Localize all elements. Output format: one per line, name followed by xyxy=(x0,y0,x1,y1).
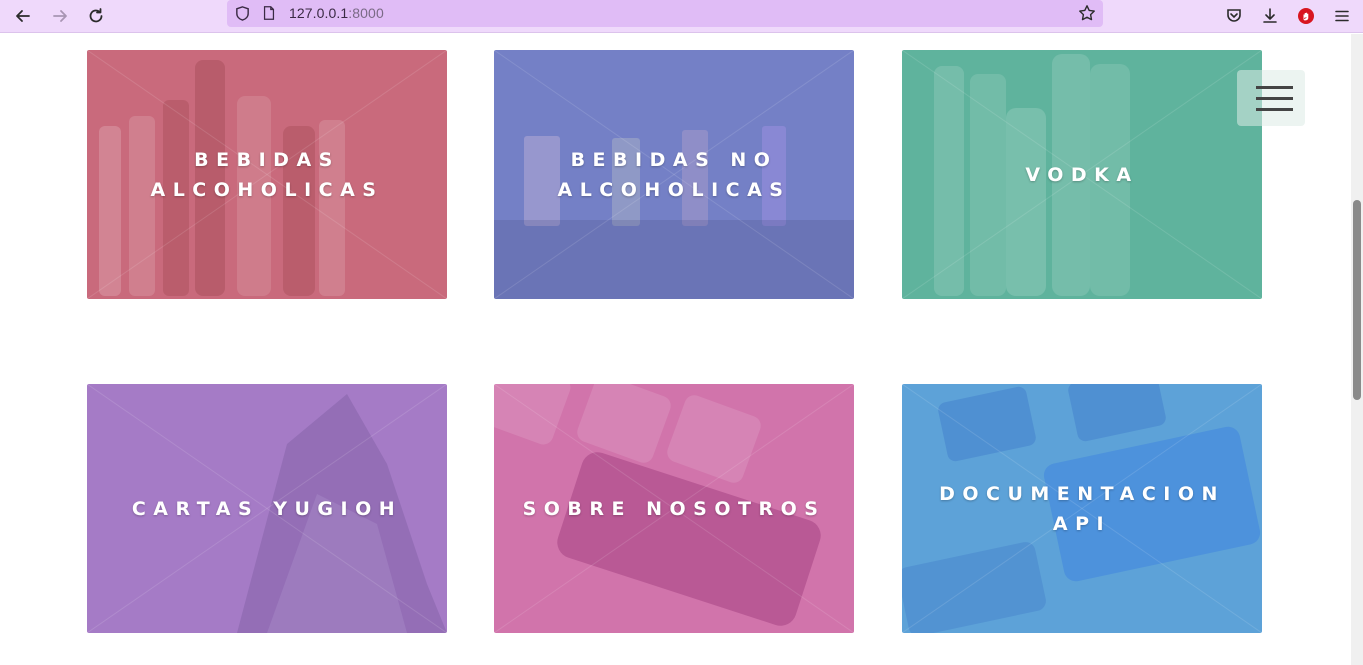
app-menu-icon[interactable] xyxy=(1329,3,1355,29)
page-scrollbar[interactable] xyxy=(1351,34,1363,665)
reload-icon[interactable] xyxy=(83,3,109,29)
card-sobre-nosotros[interactable]: SOBRE NOSOTROS xyxy=(494,384,854,633)
card-vodka[interactable]: VODKA xyxy=(902,50,1262,299)
back-icon[interactable] xyxy=(10,3,36,29)
card-label: VODKA xyxy=(1025,163,1139,186)
download-icon[interactable] xyxy=(1257,3,1283,29)
card-label: BEBIDAS ALCOHOLICAS xyxy=(150,148,384,201)
url-bar[interactable]: 127.0.0.1:8000 xyxy=(227,0,1103,27)
scrollbar-thumb[interactable] xyxy=(1353,200,1361,400)
forward-icon[interactable] xyxy=(47,3,73,29)
url-host: 127.0.0.1 xyxy=(289,5,349,21)
extension-icon[interactable] xyxy=(1293,3,1319,29)
card-label: SOBRE NOSOTROS xyxy=(522,497,826,520)
page-content: BEBIDAS ALCOHOLICAS BEBIDAS NO ALCOHOLIC… xyxy=(0,34,1351,665)
bookmark-star-icon[interactable] xyxy=(1078,4,1096,22)
card-label: CARTAS YUGIOH xyxy=(131,497,403,520)
card-label: BEBIDAS NO ALCOHOLICAS xyxy=(557,148,791,201)
card-label: DOCUMENTACION API xyxy=(939,482,1225,535)
page-icon xyxy=(260,4,278,22)
card-documentacion-api[interactable]: DOCUMENTACION API xyxy=(902,384,1262,633)
card-bebidas-alcoholicas[interactable]: BEBIDAS ALCOHOLICAS xyxy=(87,50,447,299)
pocket-icon[interactable] xyxy=(1221,3,1247,29)
shield-icon[interactable] xyxy=(233,4,251,22)
url-text[interactable]: 127.0.0.1:8000 xyxy=(289,5,384,21)
url-port: :8000 xyxy=(348,5,384,21)
card-cartas-yugioh[interactable]: CARTAS YUGIOH xyxy=(87,384,447,633)
browser-toolbar: 127.0.0.1:8000 xyxy=(0,0,1363,33)
card-bebidas-no-alcoholicas[interactable]: BEBIDAS NO ALCOHOLICAS xyxy=(494,50,854,299)
